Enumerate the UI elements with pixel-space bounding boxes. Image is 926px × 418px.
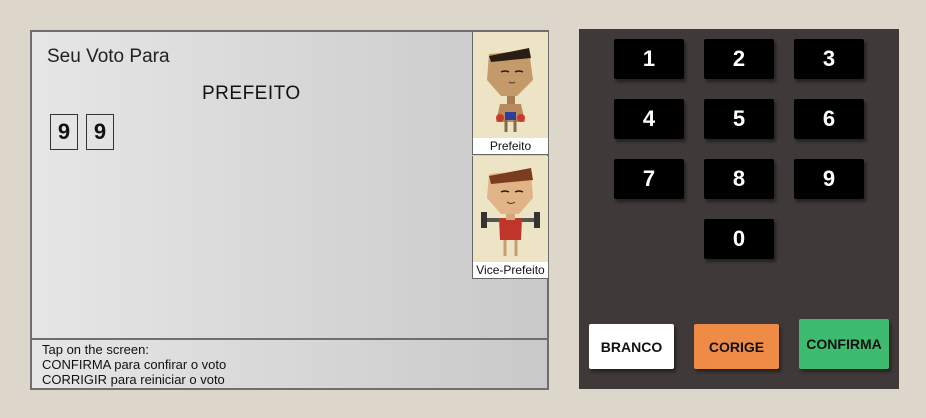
office-label: PREFEITO (202, 83, 301, 104)
candidate-caption-vice: Vice-Prefeito (473, 262, 548, 278)
vice-prefeito-portrait (473, 156, 548, 262)
key-8[interactable]: 8 (704, 159, 774, 199)
keypad: 1 2 3 4 5 6 7 8 9 0 BRANCO CORIGE CONFIR… (579, 29, 899, 389)
candidate-card-prefeito: Prefeito (472, 32, 548, 155)
key-0[interactable]: 0 (704, 219, 774, 259)
corrige-button[interactable]: CORIGE (694, 324, 779, 369)
key-1[interactable]: 1 (614, 39, 684, 79)
ballot-display: Seu Voto Para PREFEITO 9 9 Prefeito Vice… (32, 32, 548, 338)
prefeito-portrait (473, 32, 548, 138)
voting-screen[interactable]: Seu Voto Para PREFEITO 9 9 Prefeito Vice… (30, 30, 549, 390)
candidate-card-vice: Vice-Prefeito (472, 156, 548, 279)
key-4[interactable]: 4 (614, 99, 684, 139)
instructions-panel: Tap on the screen: CONFIRMA para confira… (32, 338, 547, 388)
digit-box-1: 9 (50, 114, 78, 150)
key-6[interactable]: 6 (794, 99, 864, 139)
digit-box-2: 9 (86, 114, 114, 150)
key-2[interactable]: 2 (704, 39, 774, 79)
instruction-line-3: CORRIGIR para reiniciar o voto (42, 372, 225, 387)
vote-title: Seu Voto Para (47, 46, 170, 67)
branco-button[interactable]: BRANCO (589, 324, 674, 369)
confirma-button[interactable]: CONFIRMA (799, 319, 889, 369)
key-3[interactable]: 3 (794, 39, 864, 79)
key-9[interactable]: 9 (794, 159, 864, 199)
key-7[interactable]: 7 (614, 159, 684, 199)
candidate-caption-prefeito: Prefeito (473, 138, 548, 154)
instruction-line-1: Tap on the screen: (42, 342, 149, 357)
instruction-line-2: CONFIRMA para confirar o voto (42, 357, 227, 372)
key-5[interactable]: 5 (704, 99, 774, 139)
